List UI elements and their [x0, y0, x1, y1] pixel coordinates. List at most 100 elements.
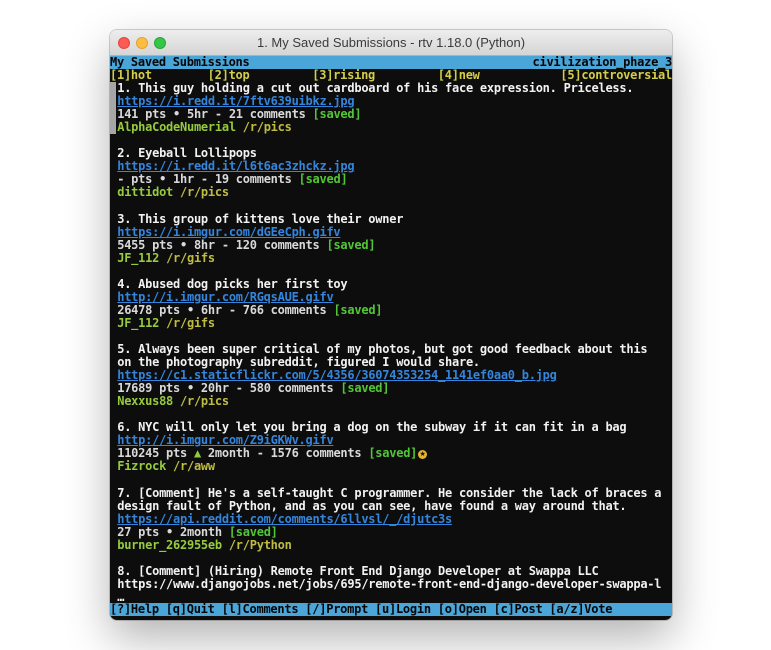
rtv-terminal: My Saved Submissions civilization_phaze_… — [110, 56, 672, 620]
minimize-button[interactable] — [136, 37, 148, 49]
separator-dot-icon: • — [187, 382, 194, 395]
post-url[interactable]: https://api.reddit.com/comments/6llvsl/_… — [117, 513, 672, 526]
post-subreddit: /r/pics — [180, 395, 229, 408]
post-byline: dittidot /r/pics — [117, 186, 672, 199]
byline-space — [159, 317, 166, 330]
post-stats: 17689 pts • 20hr - 580 comments [saved] — [117, 382, 672, 395]
keyboard-hints: [?]Help [q]Quit [l]Comments [/]Prompt [u… — [110, 603, 612, 616]
post-title: 4. Abused dog picks her first toy — [117, 278, 672, 291]
post-url[interactable]: https://c1.staticflickr.com/5/4356/36074… — [117, 369, 672, 382]
post-title-truncated: … — [117, 591, 672, 603]
header-bar: My Saved Submissions civilization_phaze_… — [110, 56, 672, 69]
post-byline: burner_262955eb /r/Python — [117, 539, 672, 552]
post-points: 141 pts — [117, 108, 173, 121]
post-subreddit: /r/pics — [243, 121, 292, 134]
post-author: burner_262955eb — [117, 539, 222, 552]
saved-badge: [saved] — [313, 108, 362, 121]
post-url[interactable]: http://i.imgur.com/Z9iGKWv.gifv — [117, 434, 672, 447]
post-title: 8. [Comment] (Hiring) Remote Front End D… — [117, 565, 672, 578]
page-title: My Saved Submissions — [110, 56, 250, 69]
window-title: 1. My Saved Submissions - rtv 1.18.0 (Py… — [257, 35, 525, 50]
post-url[interactable]: http://i.imgur.com/RGqsAUE.gifv — [117, 291, 672, 304]
post-url[interactable]: https://i.imgur.com/dGEeCph.gifv — [117, 226, 672, 239]
post-author: dittidot — [117, 186, 173, 199]
post-age-comments: 8hr - 120 comments — [187, 239, 327, 252]
post-points: - pts — [117, 173, 159, 186]
submission-list: 1. This guy holding a cut out cardboard … — [110, 82, 672, 603]
post-byline: AlphaCodeNumerial /r/pics — [117, 121, 672, 134]
close-button[interactable] — [118, 37, 130, 49]
post-subreddit: /r/Python — [229, 539, 292, 552]
post-title: 3. This group of kittens love their owne… — [117, 213, 672, 226]
post-points: 27 pts — [117, 526, 166, 539]
post-author: Fizrock — [117, 460, 166, 473]
post-author: JF_112 — [117, 252, 159, 265]
post-title: 6. NYC will only let you bring a dog on … — [117, 421, 672, 434]
post-stats: - pts • 1hr - 19 comments [saved] — [117, 173, 672, 186]
post-title: 7. [Comment] He's a self-taught C progra… — [117, 487, 672, 500]
submission-item[interactable]: 8. [Comment] (Hiring) Remote Front End D… — [110, 565, 672, 603]
byline-space — [222, 539, 229, 552]
post-subreddit: /r/gifs — [166, 252, 215, 265]
post-stats: 5455 pts • 8hr - 120 comments [saved] — [117, 239, 672, 252]
post-age-comments: 20hr - 580 comments — [194, 382, 340, 395]
post-url[interactable]: https://i.redd.it/l6t6ac3zhckz.jpg — [117, 160, 672, 173]
post-age-comments: 6hr - 766 comments — [194, 304, 334, 317]
post-age-comments: 2month - 1576 comments — [201, 447, 368, 460]
zoom-button[interactable] — [154, 37, 166, 49]
sort-tabs: [1]hot [2]top [3]rising [4]new [5]controvers… — [110, 69, 672, 82]
saved-badge: [saved] — [340, 382, 389, 395]
post-stats: 26478 pts • 6hr - 766 comments [saved] — [117, 304, 672, 317]
post-stats: 110245 pts ▲ 2month - 1576 comments [sav… — [117, 447, 672, 460]
upvote-arrow-icon: ▲ — [194, 447, 201, 460]
post-points: 110245 pts — [117, 447, 194, 460]
post-points: 5455 pts — [117, 239, 180, 252]
logged-in-user: civilization_phaze_3 — [533, 56, 673, 69]
post-points: 17689 pts — [117, 382, 187, 395]
separator-dot-icon: • — [173, 108, 180, 121]
saved-badge: [saved] — [299, 173, 348, 186]
post-title: 5. Always been super critical of my phot… — [117, 343, 672, 356]
sort-tab-controversial[interactable]: [5]controversial — [560, 69, 672, 82]
terminal-window: 1. My Saved Submissions - rtv 1.18.0 (Py… — [110, 30, 672, 620]
byline-space — [159, 252, 166, 265]
submission-item[interactable]: 6. NYC will only let you bring a dog on … — [110, 421, 672, 473]
sort-tab-top[interactable]: [2]top — [208, 69, 250, 82]
post-title: on the photography subreddit, figured I … — [117, 356, 672, 369]
post-byline: Nexxus88 /r/pics — [117, 395, 672, 408]
status-bar: [?]Help [q]Quit [l]Comments [/]Prompt [u… — [110, 603, 672, 616]
sort-tab-hot[interactable]: [1]hot — [110, 69, 152, 82]
post-author: Nexxus88 — [117, 395, 173, 408]
submission-item[interactable]: 4. Abused dog picks her first toyhttp://… — [110, 278, 672, 330]
separator-dot-icon: • — [180, 239, 187, 252]
post-author: JF_112 — [117, 317, 159, 330]
post-byline: Fizrock /r/aww — [117, 460, 672, 473]
submission-item[interactable]: 3. This group of kittens love their owne… — [110, 213, 672, 265]
byline-space — [236, 121, 243, 134]
post-url: https://www.djangojobs.net/jobs/695/remo… — [117, 578, 672, 591]
post-title: 1. This guy holding a cut out cardboard … — [117, 82, 672, 95]
submission-item[interactable]: 2. Eyeball Lollipopshttps://i.redd.it/l6… — [110, 147, 672, 199]
post-byline: JF_112 /r/gifs — [117, 252, 672, 265]
post-url[interactable]: https://i.redd.it/7ftv639uibkz.jpg — [117, 95, 672, 108]
byline-space — [173, 395, 180, 408]
sort-tab-new[interactable]: [4]new — [438, 69, 480, 82]
gilded-icon: ★ — [418, 450, 427, 459]
post-author: AlphaCodeNumerial — [117, 121, 236, 134]
post-stats: 27 pts • 2month [saved] — [117, 526, 672, 539]
post-subreddit: /r/gifs — [166, 317, 215, 330]
post-title: design fault of Python, and as you can s… — [117, 500, 672, 513]
selection-indicator — [110, 82, 116, 134]
saved-badge: [saved] — [333, 304, 382, 317]
post-subreddit: /r/pics — [180, 186, 229, 199]
sort-tab-rising[interactable]: [3]rising — [312, 69, 375, 82]
submission-item[interactable]: 7. [Comment] He's a self-taught C progra… — [110, 487, 672, 552]
byline-space — [166, 460, 173, 473]
submission-item[interactable]: 5. Always been super critical of my phot… — [110, 343, 672, 408]
saved-badge: [saved] — [326, 239, 375, 252]
window-titlebar[interactable]: 1. My Saved Submissions - rtv 1.18.0 (Py… — [110, 30, 672, 56]
submission-item[interactable]: 1. This guy holding a cut out cardboard … — [110, 82, 672, 134]
separator-dot-icon: • — [166, 526, 173, 539]
post-byline: JF_112 /r/gifs — [117, 317, 672, 330]
traffic-lights — [118, 30, 166, 55]
